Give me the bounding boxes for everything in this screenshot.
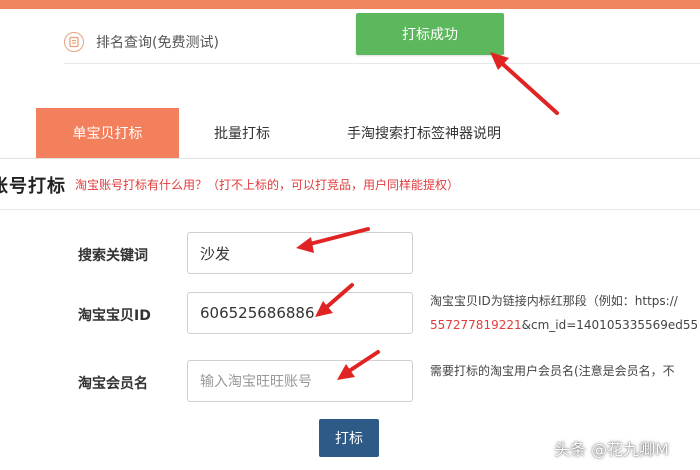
- member-label: 淘宝会员名: [78, 376, 148, 392]
- tab-bar: 单宝贝打标 批量打标 手淘搜索打标签神器说明: [0, 108, 700, 158]
- arrow-to-success-button: [490, 52, 559, 115]
- item-id-help-red: 557277819221: [430, 318, 522, 332]
- success-button[interactable]: 打标成功: [356, 13, 504, 55]
- item-id-input[interactable]: [187, 292, 413, 334]
- watermark: 头条 @花九卿M: [554, 440, 669, 459]
- rank-query-link[interactable]: 排名查询(免费测试): [64, 22, 219, 62]
- tab-instructions[interactable]: 手淘搜索打标签神器说明: [324, 108, 524, 158]
- keyword-label: 搜索关键词: [78, 248, 148, 264]
- member-input[interactable]: [187, 360, 413, 402]
- section-title: 账号打标: [0, 176, 66, 197]
- tab-single-item[interactable]: 单宝贝打标: [36, 108, 179, 158]
- member-help: 需要打标的淘宝用户会员名(注意是会员名，不: [430, 364, 675, 378]
- divider: [64, 63, 700, 64]
- top-accent-bar: [0, 0, 700, 9]
- tab-batch[interactable]: 批量打标: [196, 108, 288, 158]
- keyword-input[interactable]: [187, 232, 413, 274]
- rank-query-icon: [64, 32, 84, 52]
- section-note[interactable]: 淘宝账号打标有什么用？（打不上标的，可以打竞品，用户同样能提权）: [75, 176, 459, 193]
- section-divider: [0, 209, 700, 210]
- submit-button[interactable]: 打标: [319, 419, 379, 457]
- item-id-help-example: 557277819221&cm_id=140105335569ed55: [430, 318, 698, 332]
- item-id-help-rest: &cm_id=140105335569ed55: [521, 318, 699, 332]
- item-id-help-line1: 淘宝宝贝ID为链接内标红那段（例如：https://: [430, 294, 678, 308]
- item-id-label: 淘宝宝贝ID: [78, 308, 151, 324]
- tab-divider: [0, 158, 700, 159]
- item-id-help: 淘宝宝贝ID为链接内标红那段（例如：https://: [430, 292, 678, 309]
- rank-query-label: 排名查询(免费测试): [96, 35, 219, 51]
